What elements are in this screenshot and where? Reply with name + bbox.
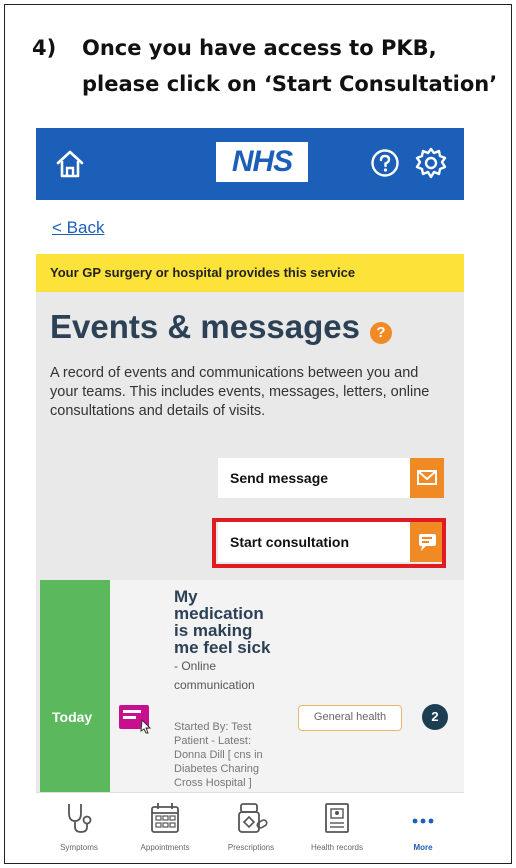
bottom-tab-bar: Symptoms Appointments Prescriptions Heal… [36, 792, 464, 862]
tab-prescriptions-label: Prescriptions [227, 843, 275, 852]
instruction-line-1: Once you have access to PKB, [82, 36, 437, 60]
tab-more[interactable]: More [380, 793, 464, 862]
help-icon[interactable] [370, 148, 400, 178]
instruction-line-2: please click on ‘Start Consultation’ [82, 72, 498, 96]
tab-health-records[interactable]: Health records [294, 793, 380, 862]
back-bar: < Back [36, 200, 464, 254]
records-icon [325, 803, 349, 833]
top-bar: NHS [36, 128, 464, 200]
page-title: Events & messages [50, 308, 361, 345]
help-badge-icon[interactable]: ? [370, 322, 392, 344]
more-icon [412, 818, 434, 824]
step-number: 4) [32, 36, 57, 60]
nhs-logo-text: NHS [231, 145, 293, 178]
event-type: - Online communication [174, 659, 255, 692]
gear-icon[interactable] [414, 146, 448, 180]
tab-prescriptions[interactable]: Prescriptions [208, 793, 294, 862]
tab-symptoms-label: Symptoms [60, 843, 98, 852]
calendar-icon [151, 803, 179, 833]
tab-symptoms[interactable]: Symptoms [36, 793, 122, 862]
event-category-tag: General health [298, 705, 402, 731]
send-message-label: Send message [230, 470, 329, 486]
service-banner: Your GP surgery or hospital provides thi… [36, 254, 464, 292]
tab-more-label: More [413, 843, 433, 852]
stethoscope-icon [68, 804, 92, 833]
event-subject[interactable]: My medication is making me feel sick - O… [174, 588, 274, 694]
online-message-icon [119, 705, 152, 734]
envelope-icon [410, 458, 444, 498]
event-subject-text: My medication is making me feel sick [174, 587, 271, 657]
page-description: A record of events and communications be… [50, 365, 430, 419]
app-screenshot: NHS < Back Your GP surgery or hospital p… [36, 128, 464, 862]
back-link[interactable]: < Back [52, 218, 104, 238]
nhs-logo: NHS [216, 142, 308, 182]
tab-appointments[interactable]: Appointments [122, 793, 208, 862]
send-message-button[interactable]: Send message [218, 458, 444, 498]
highlight-box [212, 518, 446, 568]
tab-health-records-label: Health records [310, 843, 364, 852]
event-day-label: Today [52, 709, 93, 725]
message-count-badge: 2 [422, 704, 448, 730]
service-banner-text: Your GP surgery or hospital provides thi… [50, 265, 356, 280]
pills-icon [238, 803, 268, 833]
tab-appointments-label: Appointments [140, 843, 190, 852]
event-meta: Started By: Test Patient - Latest: Donna… [174, 721, 263, 789]
home-icon[interactable] [54, 148, 86, 180]
